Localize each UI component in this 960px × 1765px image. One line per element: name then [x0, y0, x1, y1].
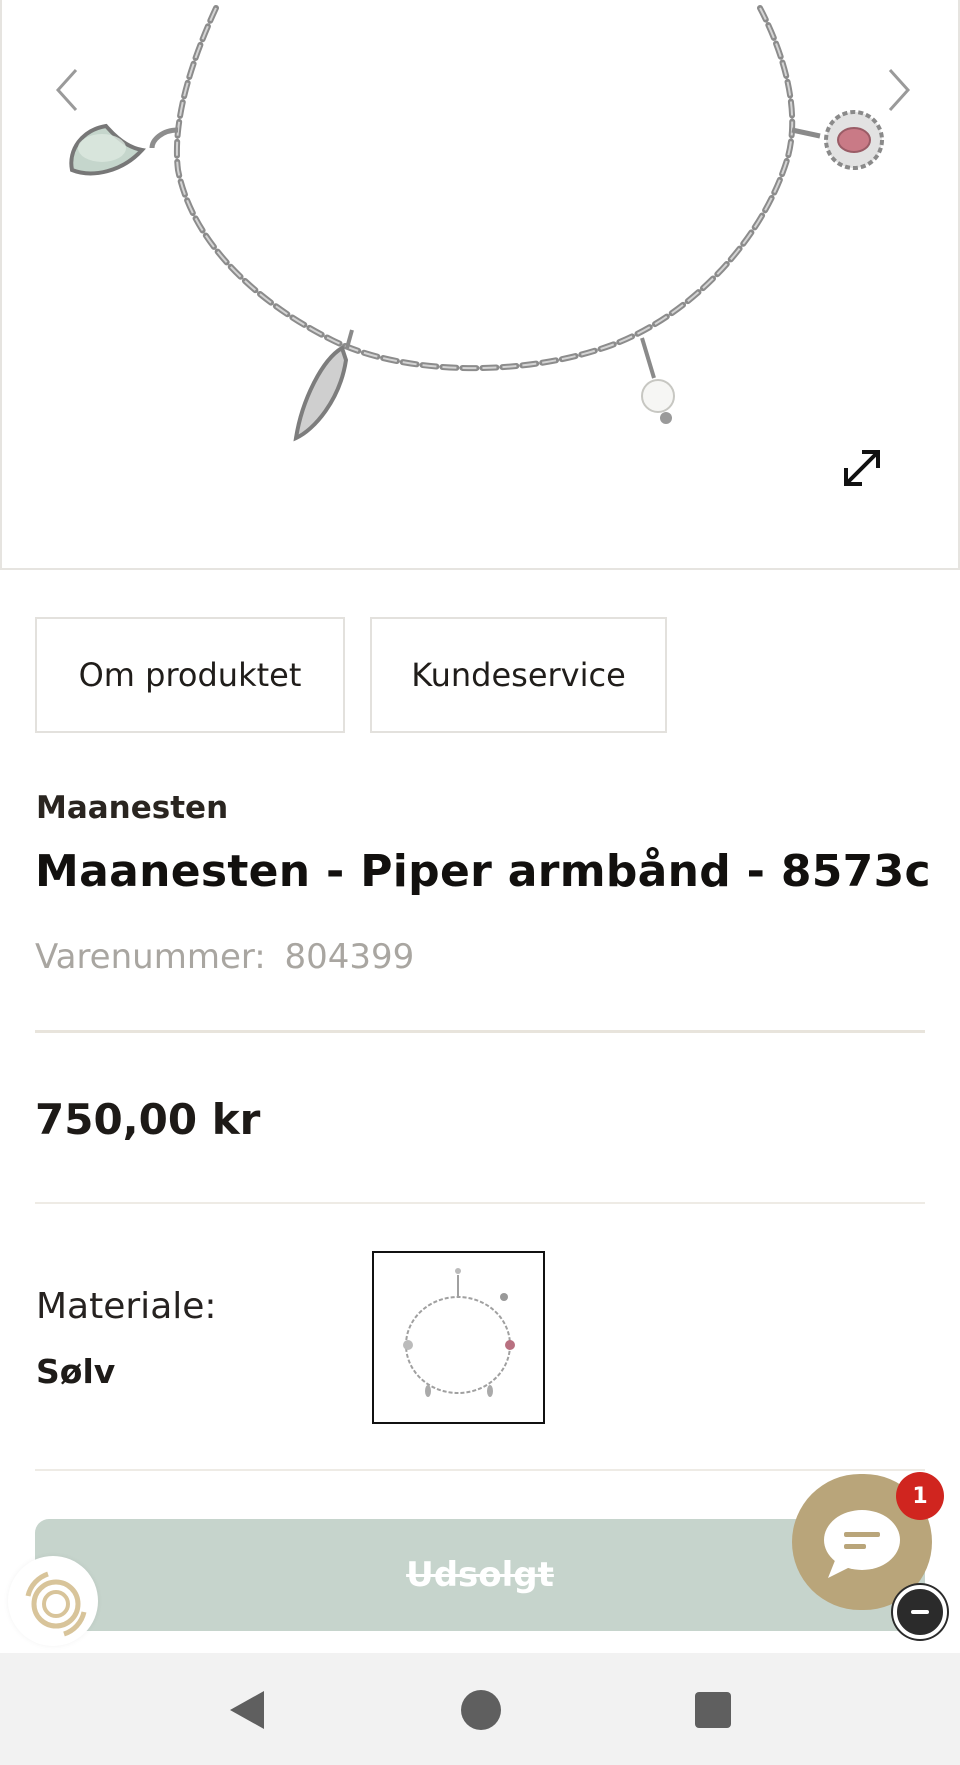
cookie-settings-button[interactable]	[8, 1556, 98, 1646]
soldout-label: Udsolgt	[406, 1555, 554, 1595]
chat-minimize-button[interactable]	[893, 1585, 947, 1639]
chevron-left-icon[interactable]	[48, 62, 88, 118]
minus-icon	[911, 1610, 929, 1614]
sku-value: 804399	[284, 937, 415, 977]
tab-about-product[interactable]: Om produktet	[35, 617, 345, 733]
back-triangle-icon[interactable]	[222, 1685, 272, 1735]
sku-label: Varenummer:	[35, 937, 277, 977]
brand-name[interactable]: Maanesten	[36, 790, 228, 826]
product-image	[69, 5, 884, 442]
chat-unread-badge: 1	[896, 1472, 944, 1520]
sku-line: Varenummer: 804399	[35, 937, 414, 977]
divider	[35, 1469, 925, 1471]
material-variant-swatch[interactable]	[372, 1251, 545, 1424]
product-price: 750,00 kr	[35, 1095, 261, 1144]
product-tabs: Om produktet Kundeservice	[35, 617, 667, 733]
system-navigation-bar	[0, 1653, 960, 1765]
product-title: Maanesten - Piper armbånd - 8573c	[35, 846, 931, 897]
divider	[35, 1202, 925, 1204]
product-image-gallery[interactable]	[0, 0, 960, 570]
material-label: Materiale:	[36, 1286, 217, 1327]
home-circle-icon[interactable]	[456, 1685, 506, 1735]
expand-icon[interactable]	[838, 444, 886, 494]
material-value: Sølv	[36, 1352, 116, 1391]
cookie-icon	[25, 1571, 87, 1637]
chevron-right-icon[interactable]	[878, 62, 918, 118]
variant-thumbnail	[403, 1268, 515, 1397]
tab-customer-service[interactable]: Kundeservice	[370, 617, 667, 733]
divider	[35, 1030, 925, 1033]
recents-square-icon[interactable]	[688, 1685, 738, 1735]
